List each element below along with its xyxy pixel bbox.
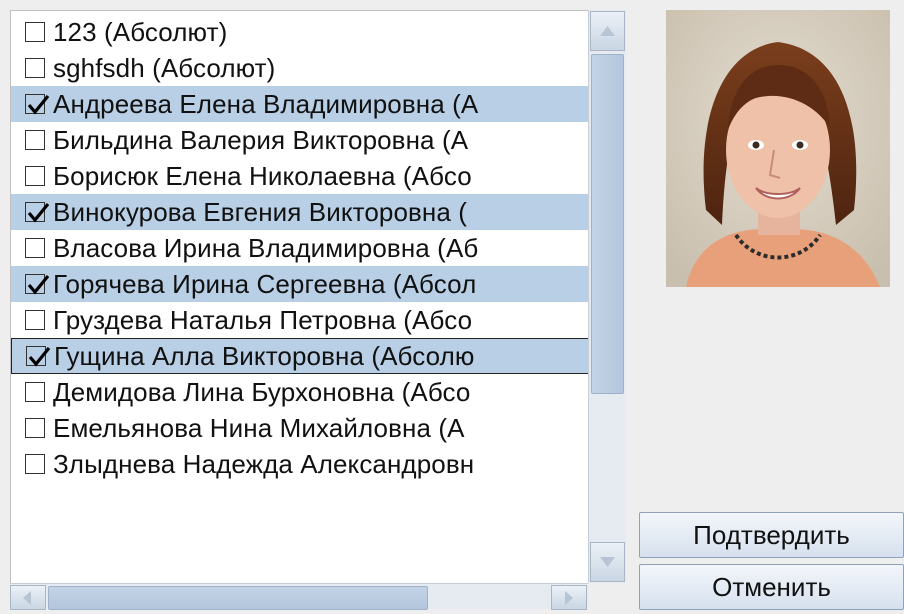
list-item[interactable]: 123 (Абсолют) [11,14,589,50]
checkmark-icon [27,94,50,115]
list-item[interactable]: Злыднева Надежда Александровн [11,446,589,482]
member-list[interactable]: 123 (Абсолют) sghfsdh (Абсолют) Андреева Е… [10,10,589,584]
checkbox[interactable] [25,166,45,186]
checkbox[interactable] [25,274,50,295]
list-item-label: Гущина Алла Викторовна (Абсолю [54,340,475,371]
list-item-label: Емельянова Нина Михайловна (А [53,412,465,443]
checkbox[interactable] [25,454,45,474]
checkbox[interactable] [25,202,50,223]
scroll-up-button[interactable] [590,11,625,51]
checkbox[interactable] [25,130,45,150]
list-item[interactable]: Власова Ирина Владимировна (Аб [11,230,589,266]
list-item-label: Горячева Ирина Сергеевна (Абсол [53,268,477,299]
list-item[interactable]: Гущина Алла Викторовна (Абсолю [11,338,589,374]
checkbox[interactable] [25,94,50,115]
list-item-label: Демидова Лина Бурхоновна (Абсо [53,376,471,407]
list-item[interactable]: Винокурова Евгения Викторовна ( [11,194,589,230]
checkbox[interactable] [25,382,45,402]
horizontal-scroll-thumb[interactable] [48,586,428,610]
list-item-label: Груздева Наталья Петровна (Абсо [53,304,473,335]
scroll-corner [588,583,626,609]
checkmark-icon [27,274,50,295]
list-item-label: Злыднева Надежда Александровн [53,448,475,479]
horizontal-scrollbar[interactable] [10,583,588,610]
checkbox[interactable] [25,310,45,330]
list-item-label: sghfsdh (Абсолют) [53,52,276,83]
list-item[interactable]: sghfsdh (Абсолют) [11,50,589,86]
checkbox[interactable] [25,418,45,438]
arrow-right-icon [565,591,573,605]
scroll-down-button[interactable] [590,542,625,582]
list-item-label: Бильдина Валерия Викторовна (А [53,124,469,155]
list-item[interactable]: Груздева Наталья Петровна (Абсо [11,302,589,338]
list-item[interactable]: Андреева Елена Владимировна (А [11,86,589,122]
scroll-right-button[interactable] [551,585,587,610]
list-item-label: Власова Ирина Владимировна (Аб [53,232,479,263]
list-item[interactable]: Демидова Лина Бурхоновна (Абсо [11,374,589,410]
checkbox[interactable] [25,238,45,258]
arrow-left-icon [23,591,31,605]
list-item[interactable]: Борисюк Елена Николаевна (Абсо [11,158,589,194]
vertical-scroll-thumb[interactable] [591,54,624,394]
list-item[interactable]: Емельянова Нина Михайловна (А [11,410,589,446]
profile-photo [666,10,890,287]
list-item-label: 123 (Абсолют) [53,16,228,47]
checkmark-icon [28,346,51,367]
list-item-label: Винокурова Евгения Викторовна ( [53,196,468,227]
arrow-down-icon [600,557,615,567]
scroll-left-button[interactable] [10,585,46,610]
checkbox[interactable] [26,346,51,367]
checkbox[interactable] [25,58,45,78]
list-item-label: Андреева Елена Владимировна (А [53,88,479,119]
list-item[interactable]: Горячева Ирина Сергеевна (Абсол [11,266,589,302]
list-item[interactable]: Бильдина Валерия Викторовна (А [11,122,589,158]
list-item-label: Борисюк Елена Николаевна (Абсо [53,160,472,191]
cancel-button[interactable]: Отменить [639,564,904,610]
arrow-up-icon [600,26,615,36]
vertical-scrollbar[interactable] [588,10,626,583]
confirm-button[interactable]: Подтвердить [639,512,904,558]
checkbox[interactable] [25,22,45,42]
checkmark-icon [27,202,50,223]
